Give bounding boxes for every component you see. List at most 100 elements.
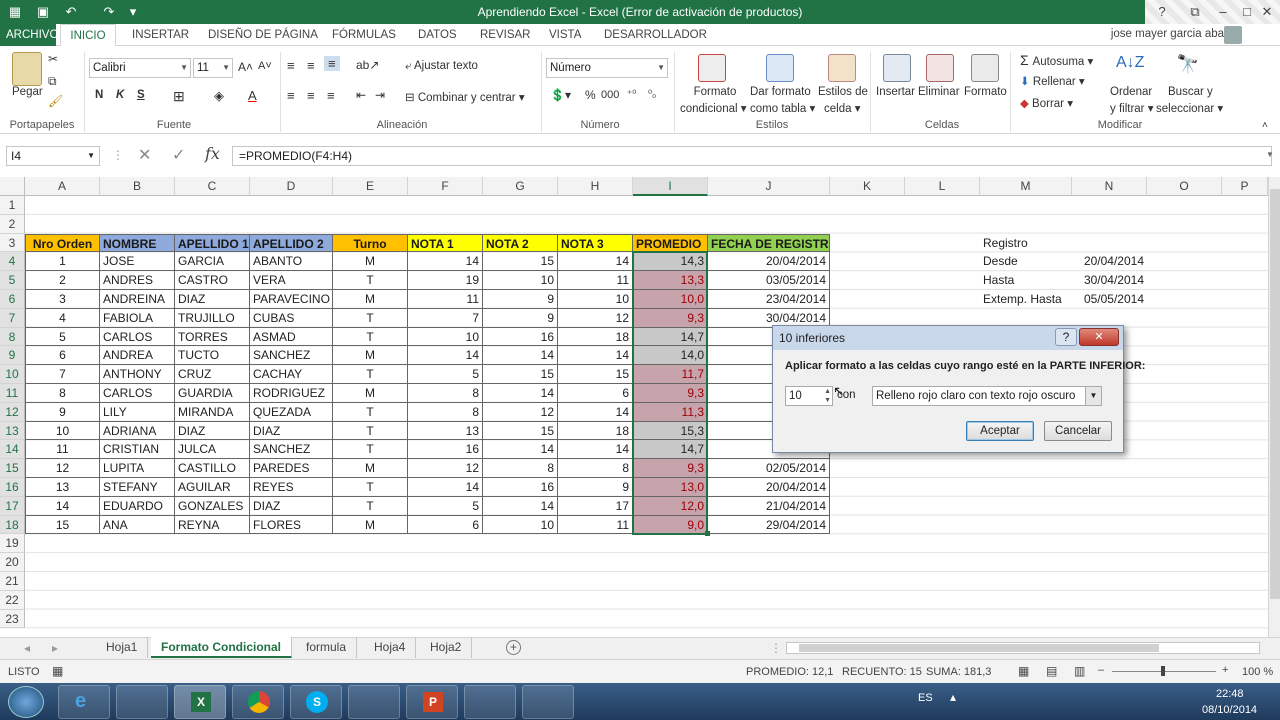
- table-cell[interactable]: 9: [483, 308, 558, 328]
- table-cell[interactable]: DIAZ: [250, 421, 333, 441]
- row-header-9[interactable]: 9: [0, 346, 25, 366]
- fill-handle[interactable]: [705, 531, 710, 537]
- column-header-m[interactable]: M: [980, 177, 1072, 196]
- tab-inicio[interactable]: INICIO: [60, 24, 116, 47]
- row-header-18[interactable]: 18: [0, 515, 25, 535]
- dialog-close-button[interactable]: ✕: [1079, 328, 1119, 346]
- table-cell[interactable]: ABANTO: [250, 252, 333, 272]
- table-cell[interactable]: 18: [558, 421, 633, 441]
- table-cell[interactable]: 7: [408, 308, 483, 328]
- taskbar-ie-icon[interactable]: e: [58, 685, 110, 719]
- column-header-f[interactable]: F: [408, 177, 483, 196]
- table-cell[interactable]: 15: [558, 365, 633, 384]
- table-cell[interactable]: T: [333, 271, 408, 290]
- clear-button[interactable]: ◆ Borrar ▾: [1020, 96, 1073, 110]
- table-cell[interactable]: 9: [558, 478, 633, 497]
- table-cell[interactable]: 15,3: [633, 421, 708, 441]
- table-cell[interactable]: CASTRO: [175, 271, 250, 290]
- find-select-label-1[interactable]: Buscar y: [1168, 86, 1213, 98]
- taskbar-excel-icon[interactable]: X: [174, 685, 226, 719]
- table-cell[interactable]: QUEZADA: [250, 402, 333, 422]
- table-cell[interactable]: 8: [558, 459, 633, 478]
- column-header-n[interactable]: N: [1072, 177, 1147, 196]
- find-select-icon[interactable]: 🔭: [1174, 54, 1202, 82]
- align-right-icon[interactable]: ≡: [327, 88, 335, 103]
- paste-icon[interactable]: [12, 52, 42, 86]
- macro-record-icon[interactable]: ▦: [52, 664, 63, 678]
- font-size-select[interactable]: 11 ▼: [193, 58, 233, 78]
- count-spinner[interactable]: 10 ▲ ▼: [785, 386, 833, 406]
- taskbar-explorer-icon[interactable]: [116, 685, 168, 719]
- table-cell[interactable]: M: [333, 290, 408, 309]
- format-cells-icon[interactable]: [971, 54, 999, 82]
- table-cell[interactable]: 14,7: [633, 440, 708, 460]
- registro-label[interactable]: Desde: [980, 252, 1072, 271]
- table-cell[interactable]: JOSE: [100, 252, 175, 272]
- merge-center-button[interactable]: ⊟ Combinar y centrar ▾: [405, 90, 525, 104]
- sheet-tab-hoja4[interactable]: Hoja4: [364, 637, 417, 658]
- table-cell[interactable]: 6: [408, 515, 483, 535]
- table-cell[interactable]: 11,7: [633, 365, 708, 384]
- cancel-button[interactable]: Cancelar: [1044, 421, 1112, 441]
- page-break-view-icon[interactable]: ▥: [1074, 664, 1085, 678]
- table-cell[interactable]: 13,3: [633, 271, 708, 290]
- table-cell[interactable]: 5: [25, 327, 100, 347]
- table-cell[interactable]: GARCIA: [175, 252, 250, 272]
- shrink-font-icon[interactable]: A˅: [258, 60, 272, 72]
- table-cell[interactable]: 29/04/2014: [708, 515, 830, 535]
- table-cell[interactable]: CARLOS: [100, 384, 175, 403]
- table-cell[interactable]: RODRIGUEZ: [250, 384, 333, 403]
- table-cell[interactable]: M: [333, 252, 408, 272]
- row-header-17[interactable]: 17: [0, 496, 25, 516]
- cell-styles-icon[interactable]: [828, 54, 856, 82]
- add-sheet-icon[interactable]: +: [506, 640, 521, 655]
- table-cell[interactable]: VERA: [250, 271, 333, 290]
- avatar[interactable]: [1224, 26, 1242, 44]
- table-header-cell[interactable]: FECHA DE REGISTRO: [708, 233, 830, 253]
- table-cell[interactable]: CUBAS: [250, 308, 333, 328]
- table-cell[interactable]: 7: [25, 365, 100, 384]
- table-cell[interactable]: 14: [483, 346, 558, 366]
- language-indicator[interactable]: ES: [918, 692, 933, 704]
- table-cell[interactable]: 4: [25, 308, 100, 328]
- sort-filter-label-1[interactable]: Ordenar: [1110, 86, 1152, 98]
- align-middle-icon[interactable]: ≡: [307, 58, 315, 73]
- row-header-10[interactable]: 10: [0, 365, 25, 384]
- column-header-o[interactable]: O: [1147, 177, 1222, 196]
- conditional-format-label-2[interactable]: condicional ▾: [680, 101, 747, 115]
- table-cell[interactable]: ANTHONY: [100, 365, 175, 384]
- table-cell[interactable]: GUARDIA: [175, 384, 250, 403]
- table-cell[interactable]: 21/04/2014: [708, 496, 830, 516]
- fill-color-icon[interactable]: ◈: [214, 88, 224, 104]
- table-cell[interactable]: 3: [25, 290, 100, 309]
- table-cell[interactable]: 14: [558, 440, 633, 460]
- insert-function-button[interactable]: fx: [205, 144, 220, 163]
- column-header-e[interactable]: E: [333, 177, 408, 196]
- table-cell[interactable]: 11: [408, 290, 483, 309]
- table-cell[interactable]: 11: [558, 515, 633, 535]
- row-header-16[interactable]: 16: [0, 478, 25, 497]
- column-header-c[interactable]: C: [175, 177, 250, 196]
- sort-filter-icon[interactable]: A↓Z: [1116, 54, 1144, 82]
- font-color-icon[interactable]: A: [248, 88, 257, 103]
- table-cell[interactable]: T: [333, 440, 408, 460]
- table-cell[interactable]: 16: [408, 440, 483, 460]
- accept-button[interactable]: Aceptar: [966, 421, 1034, 441]
- table-cell[interactable]: FABIOLA: [100, 308, 175, 328]
- table-cell[interactable]: 5: [408, 365, 483, 384]
- table-cell[interactable]: T: [333, 327, 408, 347]
- table-cell[interactable]: 8: [483, 459, 558, 478]
- table-cell[interactable]: CASTILLO: [175, 459, 250, 478]
- wrap-text-button[interactable]: ⤶ Ajustar texto: [405, 60, 478, 73]
- registro-value[interactable]: 30/04/2014: [1072, 271, 1147, 290]
- currency-icon[interactable]: 💲▾: [550, 88, 571, 102]
- format-cells-label[interactable]: Formato: [964, 86, 1007, 98]
- table-cell[interactable]: 9,0: [633, 515, 708, 535]
- table-cell[interactable]: ANDRES: [100, 271, 175, 290]
- zoom-level[interactable]: 100 %: [1242, 666, 1273, 678]
- format-select[interactable]: Relleno rojo claro con texto rojo oscuro…: [872, 386, 1102, 406]
- table-header-cell[interactable]: PROMEDIO: [633, 233, 708, 253]
- table-cell[interactable]: 13: [25, 478, 100, 497]
- autosum-button[interactable]: Σ Autosuma ▾: [1020, 52, 1093, 68]
- table-cell[interactable]: T: [333, 496, 408, 516]
